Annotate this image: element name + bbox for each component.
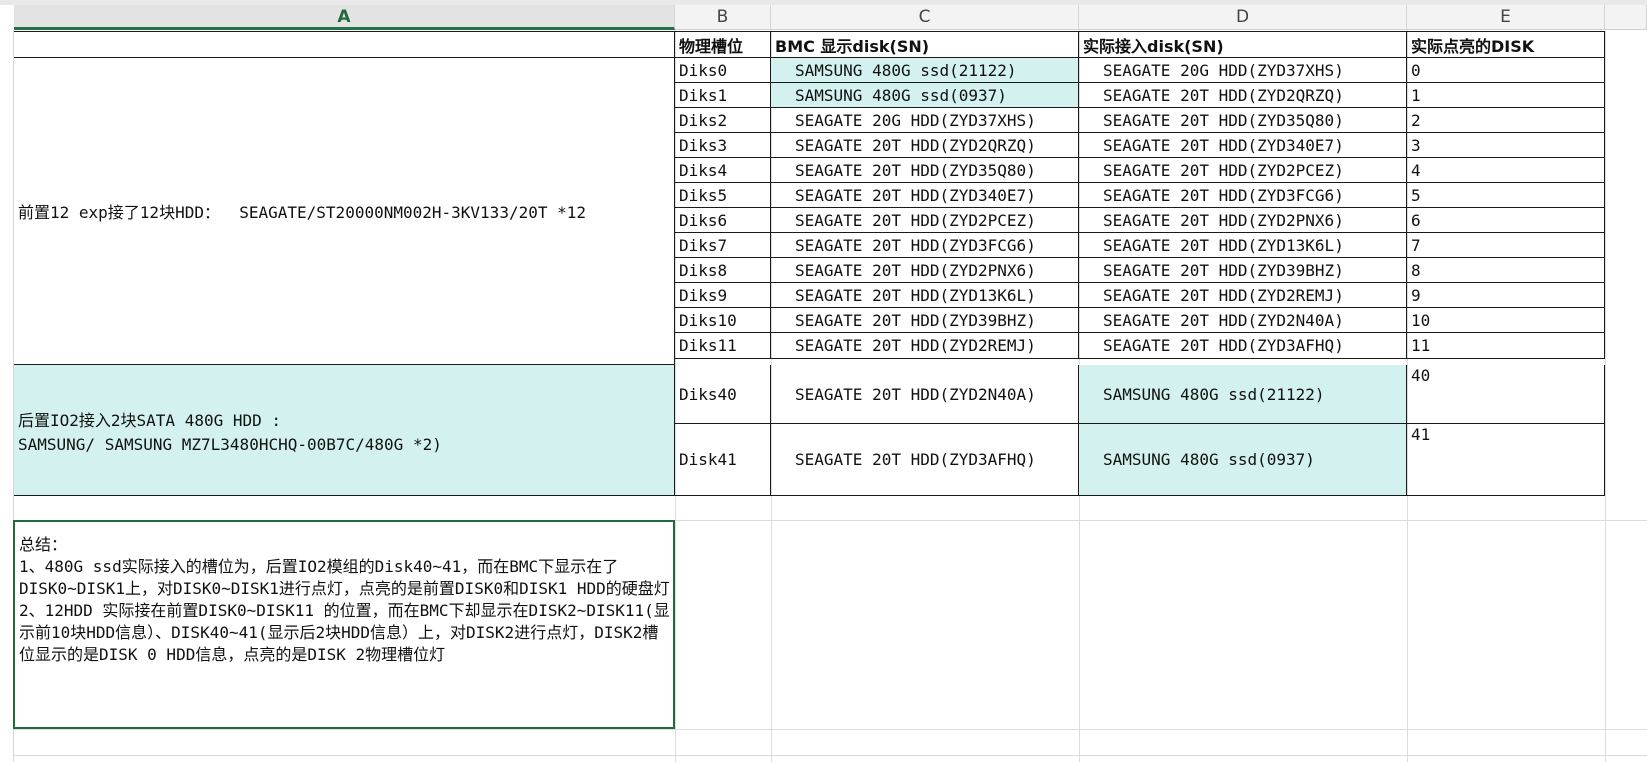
row-4-bmc-cell[interactable]: SEAGATE 20T HDD(ZYD35Q80)	[771, 158, 1079, 183]
row-4-actual-cell[interactable]: SEAGATE 20T HDD(ZYD2PCEZ)	[1079, 158, 1407, 183]
row-6-bmc-cell[interactable]: SEAGATE 20T HDD(ZYD2PCEZ)	[771, 208, 1079, 233]
row-13-actual-cell[interactable]: SAMSUNG 480G ssd(0937)	[1079, 424, 1407, 496]
row-5-actual-cell[interactable]: SEAGATE 20T HDD(ZYD3FCG6)	[1079, 183, 1407, 208]
row-13-bmc-cell[interactable]: SEAGATE 20T HDD(ZYD3AFHQ)	[771, 424, 1079, 496]
row-2-bmc-cell[interactable]: SEAGATE 20G HDD(ZYD37XHS)	[771, 108, 1079, 133]
row-9-lit-cell[interactable]: 9	[1407, 283, 1605, 308]
summary-point-1: 1、480G ssd实际接入的槽位为，后置IO2模组的Disk40~41，而在B…	[19, 557, 670, 598]
row-12-lit-cell[interactable]: 40	[1407, 365, 1605, 424]
row-1-actual-cell[interactable]: SEAGATE 20T HDD(ZYD2QRZQ)	[1079, 83, 1407, 108]
row-12-actual-cell[interactable]: SAMSUNG 480G ssd(21122)	[1079, 365, 1407, 424]
row-3-lit-cell[interactable]: 3	[1407, 133, 1605, 158]
gridline	[14, 755, 1647, 756]
row-5-bmc-cell[interactable]: SEAGATE 20T HDD(ZYD340E7)	[771, 183, 1079, 208]
row-1-bmc-cell[interactable]: SAMSUNG 480G ssd(0937)	[771, 83, 1079, 108]
row-5-lit-cell[interactable]: 5	[1407, 183, 1605, 208]
row-8-lit-cell[interactable]: 8	[1407, 258, 1605, 283]
row-8-bmc-cell[interactable]: SEAGATE 20T HDD(ZYD2PNX6)	[771, 258, 1079, 283]
header-lit-disk[interactable]: 实际点亮的DISK	[1407, 32, 1605, 58]
row-0-slot-cell[interactable]: Diks0	[675, 58, 771, 83]
row-7-actual-cell[interactable]: SEAGATE 20T HDD(ZYD13K6L)	[1079, 233, 1407, 258]
row-1-slot-cell[interactable]: Diks1	[675, 83, 771, 108]
rear-group-cell[interactable]: 后置IO2接入2块SATA 480G HDD : SAMSUNG/ SAMSUN…	[14, 365, 675, 496]
row-7-bmc-cell[interactable]: SEAGATE 20T HDD(ZYD3FCG6)	[771, 233, 1079, 258]
column-header-b[interactable]: B	[675, 5, 771, 30]
row-9-slot-cell[interactable]: Diks9	[675, 283, 771, 308]
row-11-actual-cell[interactable]: SEAGATE 20T HDD(ZYD3AFHQ)	[1079, 333, 1407, 359]
header-slot[interactable]: 物理槽位	[675, 32, 771, 58]
gridline	[14, 729, 1647, 730]
column-header-c[interactable]: C	[771, 5, 1079, 30]
gridline	[1605, 30, 1606, 762]
column-header-d[interactable]: D	[1079, 5, 1407, 30]
header-actual-disk[interactable]: 实际接入disk(SN)	[1079, 32, 1407, 58]
row-1-lit-cell[interactable]: 1	[1407, 83, 1605, 108]
row-10-lit-cell[interactable]: 10	[1407, 308, 1605, 333]
row-2-lit-cell[interactable]: 2	[1407, 108, 1605, 133]
row-11-lit-cell[interactable]: 11	[1407, 333, 1605, 359]
rear-group-line-2: SAMSUNG/ SAMSUNG MZ7L3480HCHQ-00B7C/480G…	[18, 434, 442, 454]
row-11-bmc-cell[interactable]: SEAGATE 20T HDD(ZYD2REMJ)	[771, 333, 1079, 359]
row-10-bmc-cell[interactable]: SEAGATE 20T HDD(ZYD39BHZ)	[771, 308, 1079, 333]
row-header-gutter	[0, 30, 14, 762]
row-10-actual-cell[interactable]: SEAGATE 20T HDD(ZYD2N40A)	[1079, 308, 1407, 333]
disk-table: 物理槽位 BMC 显示disk(SN) 实际接入disk(SN) 实际点亮的DI…	[14, 31, 1605, 496]
row-9-bmc-cell[interactable]: SEAGATE 20T HDD(ZYD13K6L)	[771, 283, 1079, 308]
rear-group-line-1: 后置IO2接入2块SATA 480G HDD :	[18, 410, 282, 430]
row-6-lit-cell[interactable]: 6	[1407, 208, 1605, 233]
row-8-slot-cell[interactable]: Diks8	[675, 258, 771, 283]
row-5-slot-cell[interactable]: Diks5	[675, 183, 771, 208]
row-0-actual-cell[interactable]: SEAGATE 20G HDD(ZYD37XHS)	[1079, 58, 1407, 83]
column-header-f[interactable]	[1605, 5, 1647, 30]
summary-cell[interactable]: 总结： 1、480G ssd实际接入的槽位为，后置IO2模组的Disk40~41…	[13, 520, 675, 729]
row-10-slot-cell[interactable]: Diks10	[675, 308, 771, 333]
row-8-actual-cell[interactable]: SEAGATE 20T HDD(ZYD39BHZ)	[1079, 258, 1407, 283]
row-11-slot-cell[interactable]: Diks11	[675, 333, 771, 359]
row-3-slot-cell[interactable]: Diks3	[675, 133, 771, 158]
row-12-slot-cell[interactable]: Diks40	[675, 365, 771, 424]
row-0-lit-cell[interactable]: 0	[1407, 58, 1605, 83]
row-4-lit-cell[interactable]: 4	[1407, 158, 1605, 183]
row-2-actual-cell[interactable]: SEAGATE 20T HDD(ZYD35Q80)	[1079, 108, 1407, 133]
row-0-bmc-cell[interactable]: SAMSUNG 480G ssd(21122)	[771, 58, 1079, 83]
column-header-a[interactable]: A	[14, 5, 675, 30]
row-13-lit-cell[interactable]: 41	[1407, 424, 1605, 496]
front-group-cell[interactable]: 前置12 exp接了12块HDD： SEAGATE/ST20000NM002H-…	[14, 58, 675, 365]
row-4-slot-cell[interactable]: Diks4	[675, 158, 771, 183]
row-7-slot-cell[interactable]: Diks7	[675, 233, 771, 258]
header-cell-a[interactable]	[14, 32, 675, 58]
column-header-e[interactable]: E	[1407, 5, 1605, 30]
row-6-slot-cell[interactable]: Diks6	[675, 208, 771, 233]
header-bmc-disk[interactable]: BMC 显示disk(SN)	[771, 32, 1079, 58]
row-2-slot-cell[interactable]: Diks2	[675, 108, 771, 133]
row-9-actual-cell[interactable]: SEAGATE 20T HDD(ZYD2REMJ)	[1079, 283, 1407, 308]
row-13-slot-cell[interactable]: Disk41	[675, 424, 771, 496]
row-3-bmc-cell[interactable]: SEAGATE 20T HDD(ZYD2QRZQ)	[771, 133, 1079, 158]
row-3-actual-cell[interactable]: SEAGATE 20T HDD(ZYD340E7)	[1079, 133, 1407, 158]
summary-point-2: 2、12HDD 实际接在前置DISK0~DISK11 的位置，而在BMC下却显示…	[19, 601, 670, 664]
summary-title: 总结：	[19, 535, 68, 554]
row-6-actual-cell[interactable]: SEAGATE 20T HDD(ZYD2PNX6)	[1079, 208, 1407, 233]
row-7-lit-cell[interactable]: 7	[1407, 233, 1605, 258]
row-12-bmc-cell[interactable]: SEAGATE 20T HDD(ZYD2N40A)	[771, 365, 1079, 424]
